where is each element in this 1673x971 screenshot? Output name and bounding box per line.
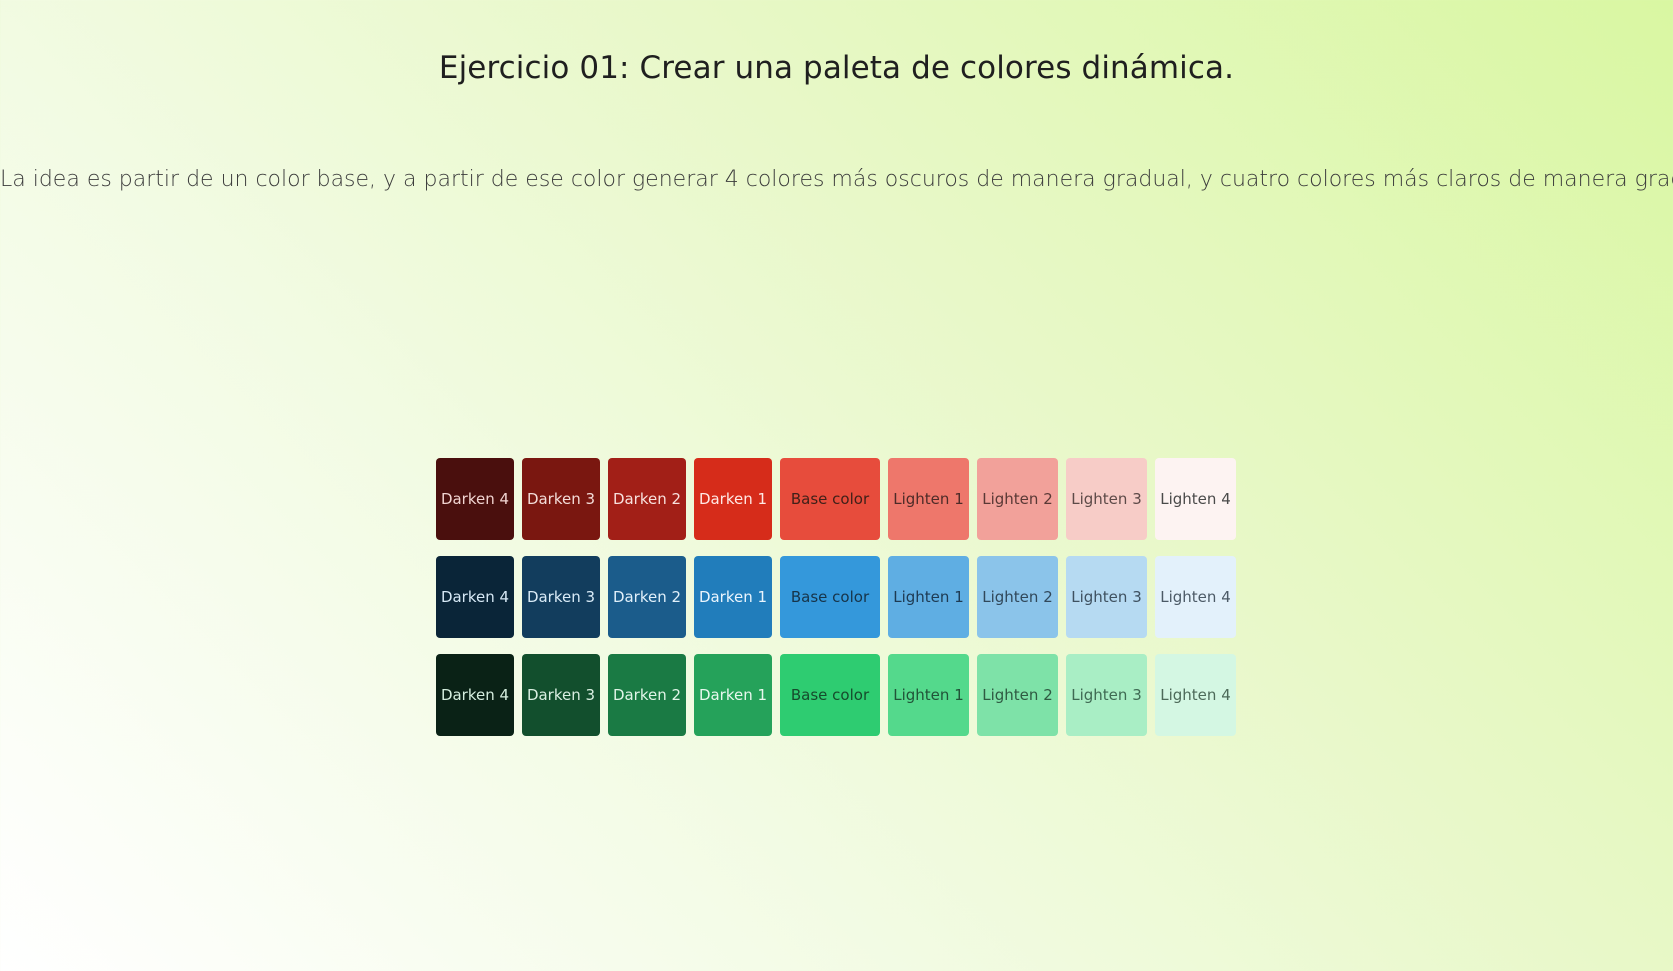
page-description: La idea es partir de un color base, y a … xyxy=(0,167,1673,192)
red-lighten-1-swatch[interactable]: Lighten 1 xyxy=(888,458,969,540)
red-base-color-swatch[interactable]: Base color xyxy=(780,458,880,540)
blue-base-color-swatch[interactable]: Base color xyxy=(780,556,880,638)
palette-row-blue: Darken 4 Darken 3 Darken 2 Darken 1 Base… xyxy=(436,556,1236,638)
blue-darken-1-swatch[interactable]: Darken 1 xyxy=(694,556,772,638)
red-darken-4-swatch[interactable]: Darken 4 xyxy=(436,458,514,540)
red-darken-3-swatch[interactable]: Darken 3 xyxy=(522,458,600,540)
blue-lighten-1-swatch[interactable]: Lighten 1 xyxy=(888,556,969,638)
green-darken-2-swatch[interactable]: Darken 2 xyxy=(608,654,686,736)
green-darken-4-swatch[interactable]: Darken 4 xyxy=(436,654,514,736)
red-lighten-3-swatch[interactable]: Lighten 3 xyxy=(1066,458,1147,540)
red-lighten-2-swatch[interactable]: Lighten 2 xyxy=(977,458,1058,540)
red-darken-1-swatch[interactable]: Darken 1 xyxy=(694,458,772,540)
green-lighten-1-swatch[interactable]: Lighten 1 xyxy=(888,654,969,736)
blue-lighten-3-swatch[interactable]: Lighten 3 xyxy=(1066,556,1147,638)
red-darken-2-swatch[interactable]: Darken 2 xyxy=(608,458,686,540)
green-base-color-swatch[interactable]: Base color xyxy=(780,654,880,736)
green-darken-3-swatch[interactable]: Darken 3 xyxy=(522,654,600,736)
page: Ejercicio 01: Crear una paleta de colore… xyxy=(0,0,1673,971)
page-title: Ejercicio 01: Crear una paleta de colore… xyxy=(438,50,1235,86)
palette-row-red: Darken 4 Darken 3 Darken 2 Darken 1 Base… xyxy=(436,458,1236,540)
green-lighten-2-swatch[interactable]: Lighten 2 xyxy=(977,654,1058,736)
green-lighten-3-swatch[interactable]: Lighten 3 xyxy=(1066,654,1147,736)
blue-lighten-4-swatch[interactable]: Lighten 4 xyxy=(1155,556,1236,638)
blue-darken-4-swatch[interactable]: Darken 4 xyxy=(436,556,514,638)
blue-darken-2-swatch[interactable]: Darken 2 xyxy=(608,556,686,638)
red-lighten-4-swatch[interactable]: Lighten 4 xyxy=(1155,458,1236,540)
blue-lighten-2-swatch[interactable]: Lighten 2 xyxy=(977,556,1058,638)
green-lighten-4-swatch[interactable]: Lighten 4 xyxy=(1155,654,1236,736)
color-palette: Darken 4 Darken 3 Darken 2 Darken 1 Base… xyxy=(436,458,1236,752)
palette-row-green: Darken 4 Darken 3 Darken 2 Darken 1 Base… xyxy=(436,654,1236,736)
blue-darken-3-swatch[interactable]: Darken 3 xyxy=(522,556,600,638)
green-darken-1-swatch[interactable]: Darken 1 xyxy=(694,654,772,736)
